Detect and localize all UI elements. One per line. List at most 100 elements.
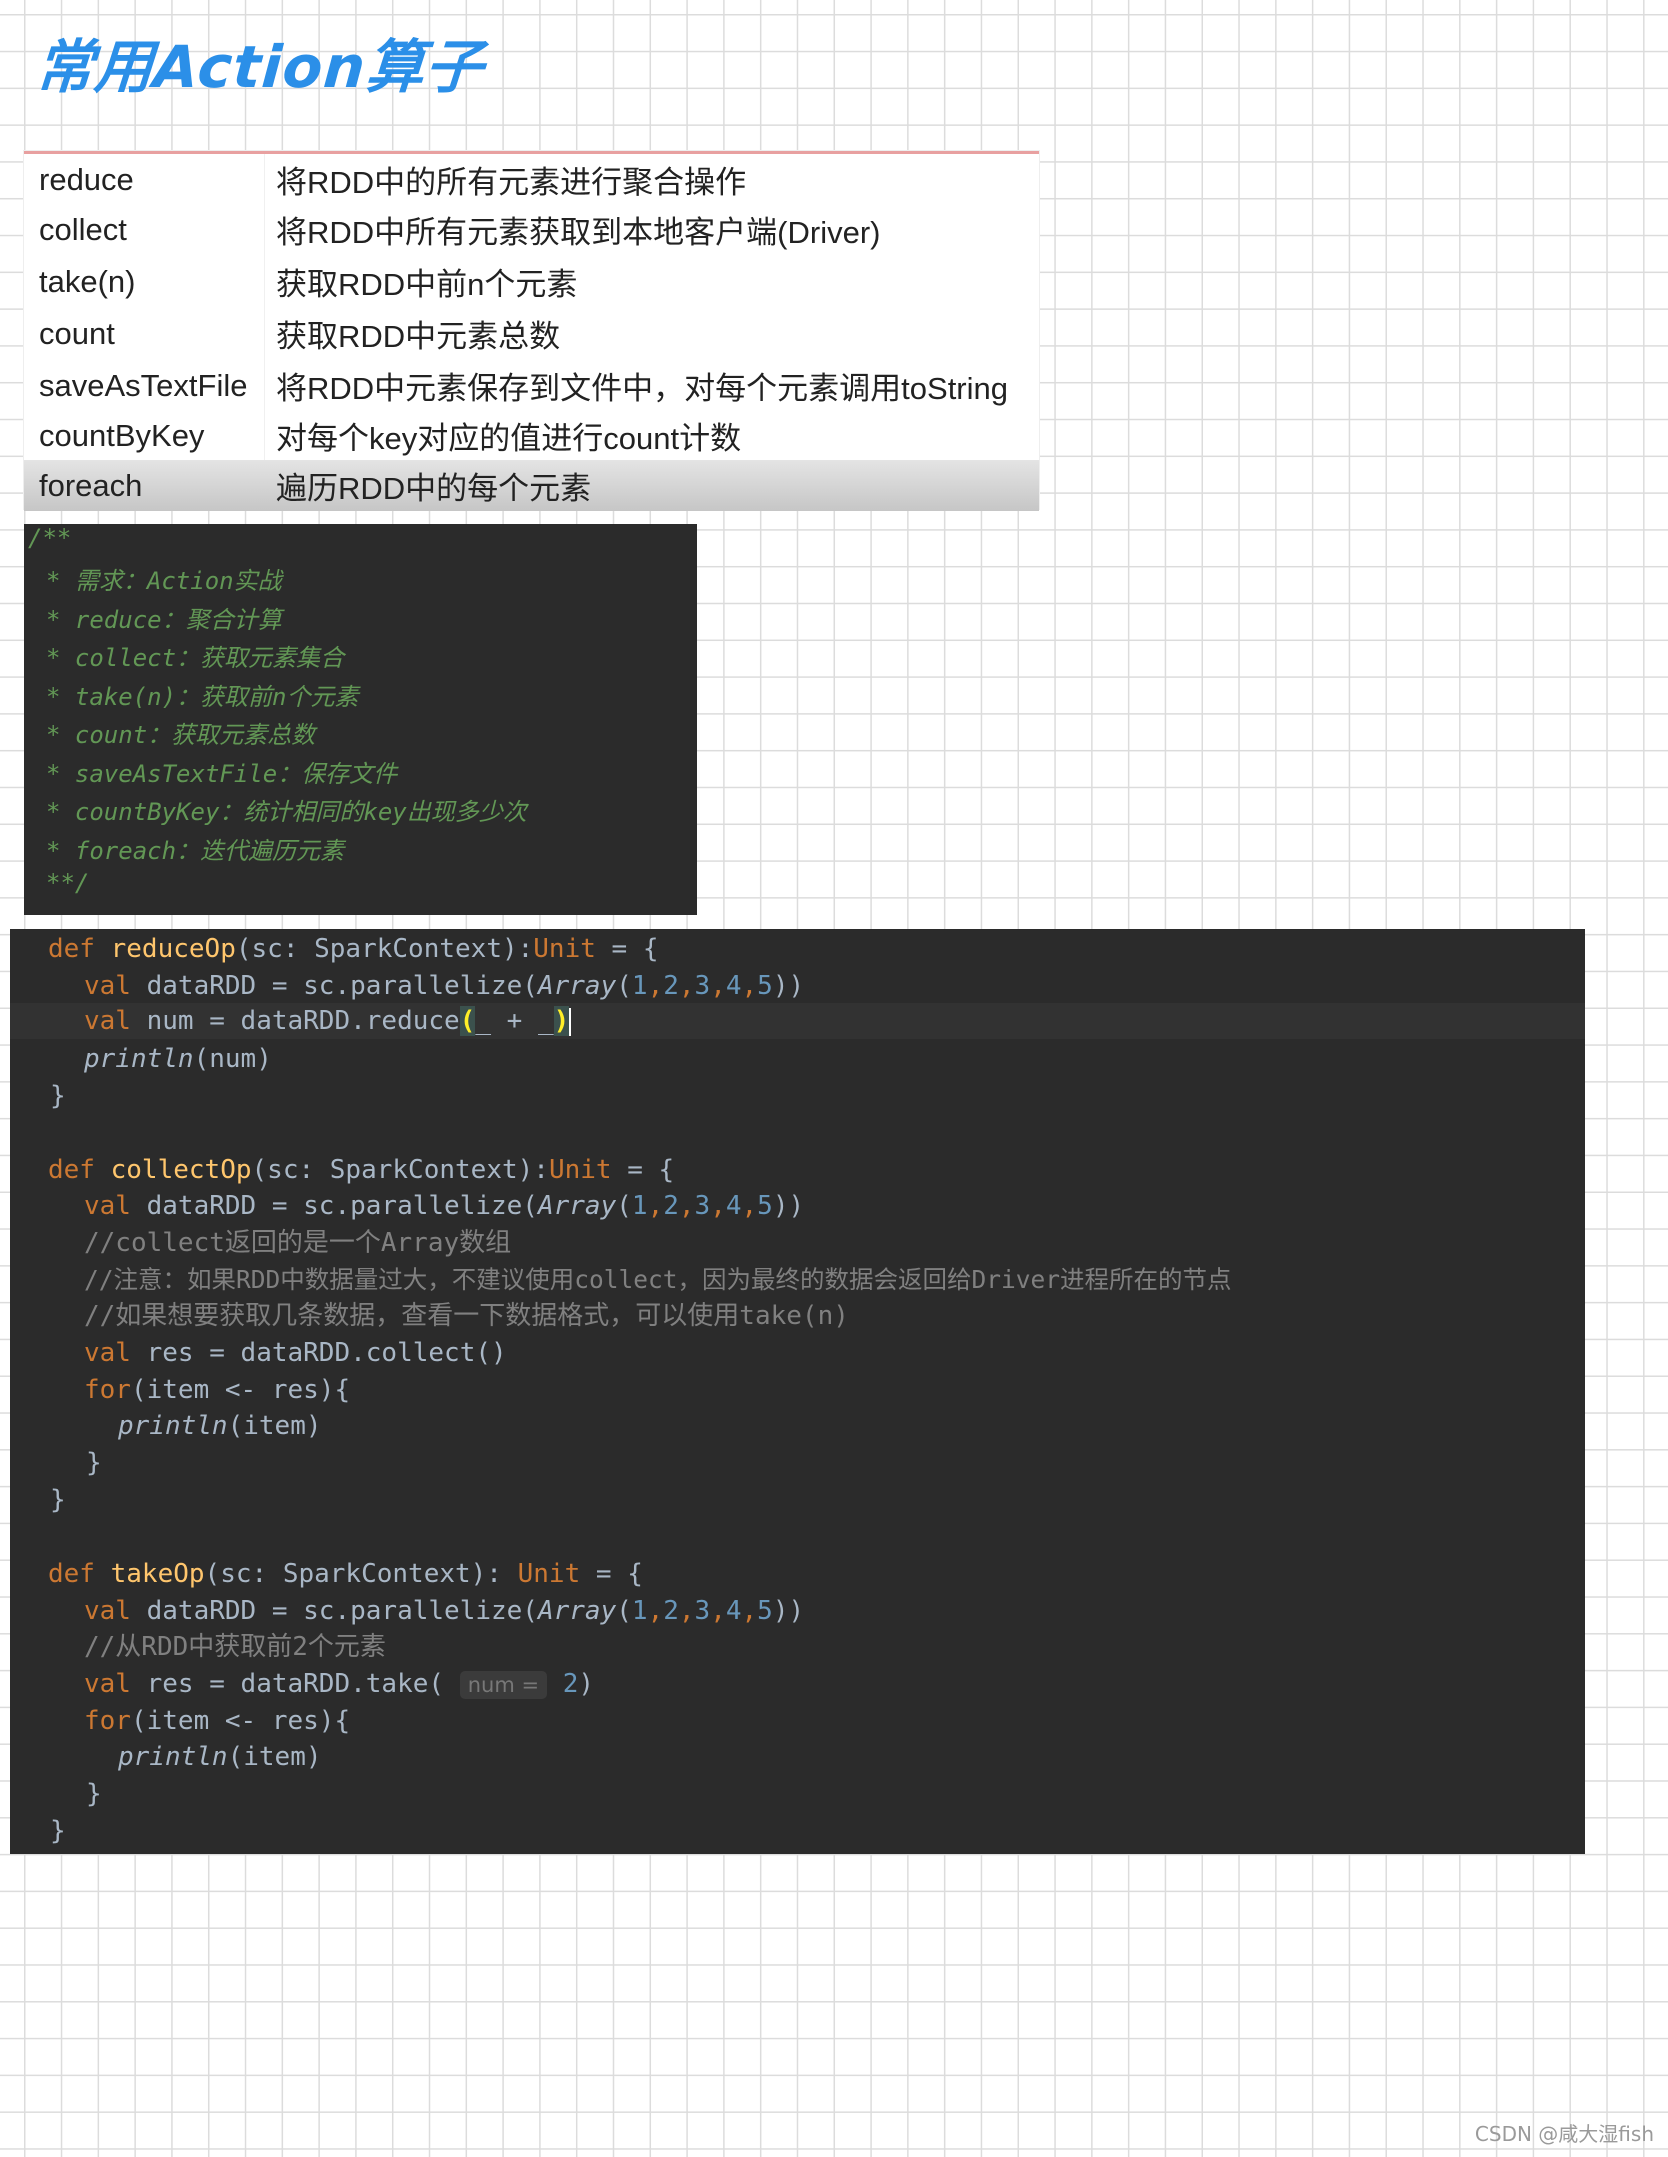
comment-line: * collect：获取元素集合: [46, 644, 345, 672]
function-name: reduceOp: [110, 934, 236, 964]
code-line: val res = dataRDD.collect(): [84, 1335, 507, 1371]
keyword: val: [84, 1191, 131, 1221]
code-text: ): [578, 1669, 595, 1699]
doc-comment-block: /** * 需求：Action实战 * reduce：聚合计算 * collec…: [24, 524, 697, 915]
operator-name: reduce: [39, 161, 134, 197]
operator-description: 获取RDD中元素总数: [276, 319, 561, 354]
comment-line: * foreach：迭代遍历元素: [46, 837, 345, 865]
code-line: def collectOp(sc: SparkContext):Unit = {: [48, 1152, 674, 1188]
code-comment: //如果想要获取几条数据，查看一下数据格式，可以使用take(n): [84, 1301, 849, 1331]
keyword: Unit: [548, 1155, 612, 1185]
matched-paren: (: [459, 1006, 476, 1036]
code-text: dataRDD = sc.parallelize(: [130, 1596, 538, 1626]
parameter-hint: num =: [459, 1670, 548, 1699]
keyword: val: [84, 1006, 131, 1036]
operator-description: 将RDD中的所有元素进行聚合操作: [276, 165, 747, 200]
operator-name: count: [39, 315, 115, 351]
code-line: val dataRDD = sc.parallelize(Array(1,2,3…: [84, 1596, 805, 1626]
text-caret: [569, 1007, 572, 1036]
code-line: println(item): [118, 1408, 322, 1444]
code-text: _ + _: [475, 1006, 554, 1036]
number-literal: 2: [663, 1596, 679, 1626]
number-literal: 3: [694, 1191, 711, 1221]
table-row: saveAsTextFile 将RDD中元素保存到文件中，对每个元素调用toSt…: [24, 360, 1039, 411]
operator-name: foreach: [39, 467, 143, 503]
code-text: res = dataRDD.collect(): [130, 1338, 507, 1368]
keyword: Unit: [533, 934, 596, 964]
function-name: println: [118, 1742, 228, 1772]
number-literal: 2: [663, 971, 679, 1001]
number-literal: 5: [757, 971, 773, 1001]
code-line: println(item): [118, 1739, 322, 1775]
table-row: count 获取RDD中元素总数: [24, 308, 1039, 359]
comment-line: * count：获取元素总数: [46, 721, 316, 749]
keyword: val: [84, 1596, 131, 1626]
number-literal: 4: [725, 1596, 742, 1626]
code-text: (item <- res){: [130, 1375, 351, 1405]
code-line: println(num): [84, 1041, 272, 1077]
operator-name: take(n): [39, 263, 136, 299]
operator-description: 对每个key对应的值进行count计数: [276, 421, 742, 456]
number-literal: 2: [663, 1191, 679, 1221]
code-text: dataRDD = sc.parallelize(: [130, 1191, 538, 1221]
function-name: Array: [537, 971, 617, 1001]
code-line: def reduceOp(sc: SparkContext):Unit = {: [48, 931, 659, 967]
keyword: val: [84, 1338, 131, 1368]
number-literal: 2: [562, 1669, 579, 1699]
comment-line: * take(n)：获取前n个元素: [46, 683, 359, 711]
function-name: println: [84, 1044, 194, 1074]
operator-description: 将RDD中元素保存到文件中，对每个元素调用toString: [276, 371, 1008, 406]
keyword: val: [84, 1669, 131, 1699]
code-line-current: val num = dataRDD.reduce(_ + _): [10, 1003, 1585, 1039]
keyword: for: [84, 1375, 131, 1405]
function-name: takeOp: [110, 1559, 205, 1589]
table-row: countByKey 对每个key对应的值进行count计数: [24, 410, 1039, 461]
comment-line: **/: [46, 869, 90, 897]
code-line: val res = dataRDD.take( num = 2): [84, 1666, 594, 1702]
code-line: }: [50, 1816, 66, 1846]
number-literal: 1: [631, 971, 648, 1001]
operator-description: 将RDD中所有元素获取到本地客户端(Driver): [276, 215, 881, 250]
code-text: num = dataRDD.reduce: [130, 1006, 460, 1036]
code-text: (item): [227, 1411, 322, 1441]
function-name: Array: [537, 1191, 617, 1221]
function-name: collectOp: [110, 1155, 252, 1185]
keyword: Unit: [517, 1559, 581, 1589]
code-text: (item <- res){: [130, 1706, 351, 1736]
keyword: def: [48, 1155, 95, 1185]
code-comment: //从RDD中获取前2个元素: [84, 1632, 386, 1662]
number-literal: 3: [694, 1596, 711, 1626]
comment-line: * 需求：Action实战: [46, 567, 282, 595]
table-row: reduce 将RDD中的所有元素进行聚合操作: [24, 154, 1039, 205]
number-literal: 1: [631, 1596, 648, 1626]
number-literal: 1: [631, 1191, 648, 1221]
code-text: = {: [611, 1155, 675, 1185]
keyword: def: [48, 934, 95, 964]
code-text: = {: [595, 934, 659, 964]
code-text: (sc: SparkContext):: [204, 1559, 518, 1589]
code-text: (sc: SparkContext):: [251, 1155, 549, 1185]
table-row: collect 将RDD中所有元素获取到本地客户端(Driver): [24, 204, 1039, 255]
code-line: }: [50, 1081, 66, 1111]
code-line: }: [50, 1485, 66, 1515]
code-text: (sc: SparkContext):: [235, 934, 534, 964]
code-line: }: [86, 1779, 102, 1809]
code-text: dataRDD = sc.parallelize(: [130, 971, 538, 1001]
comment-line: * countByKey：统计相同的key出现多少次: [46, 798, 527, 826]
code-line: for(item <- res){: [84, 1703, 350, 1739]
operator-description: 遍历RDD中的每个元素: [276, 471, 592, 506]
keyword: for: [84, 1706, 131, 1736]
function-name: println: [118, 1411, 228, 1441]
operator-name: saveAsTextFile: [39, 367, 248, 403]
comment-line: /**: [28, 524, 72, 552]
comment-line: * reduce：聚合计算: [46, 606, 282, 634]
number-literal: 5: [757, 1596, 773, 1626]
code-text: = {: [580, 1559, 643, 1589]
function-name: Array: [537, 1596, 617, 1626]
table-row-selected: foreach 遍历RDD中的每个元素: [24, 460, 1039, 511]
keyword: def: [48, 1559, 95, 1589]
number-literal: 4: [725, 1191, 742, 1221]
code-editor[interactable]: def reduceOp(sc: SparkContext):Unit = { …: [10, 929, 1585, 1854]
number-literal: 3: [694, 971, 711, 1001]
code-comment: //注意：如果RDD中数据量过大，不建议使用collect，因为最终的数据会返回…: [84, 1265, 1232, 1294]
